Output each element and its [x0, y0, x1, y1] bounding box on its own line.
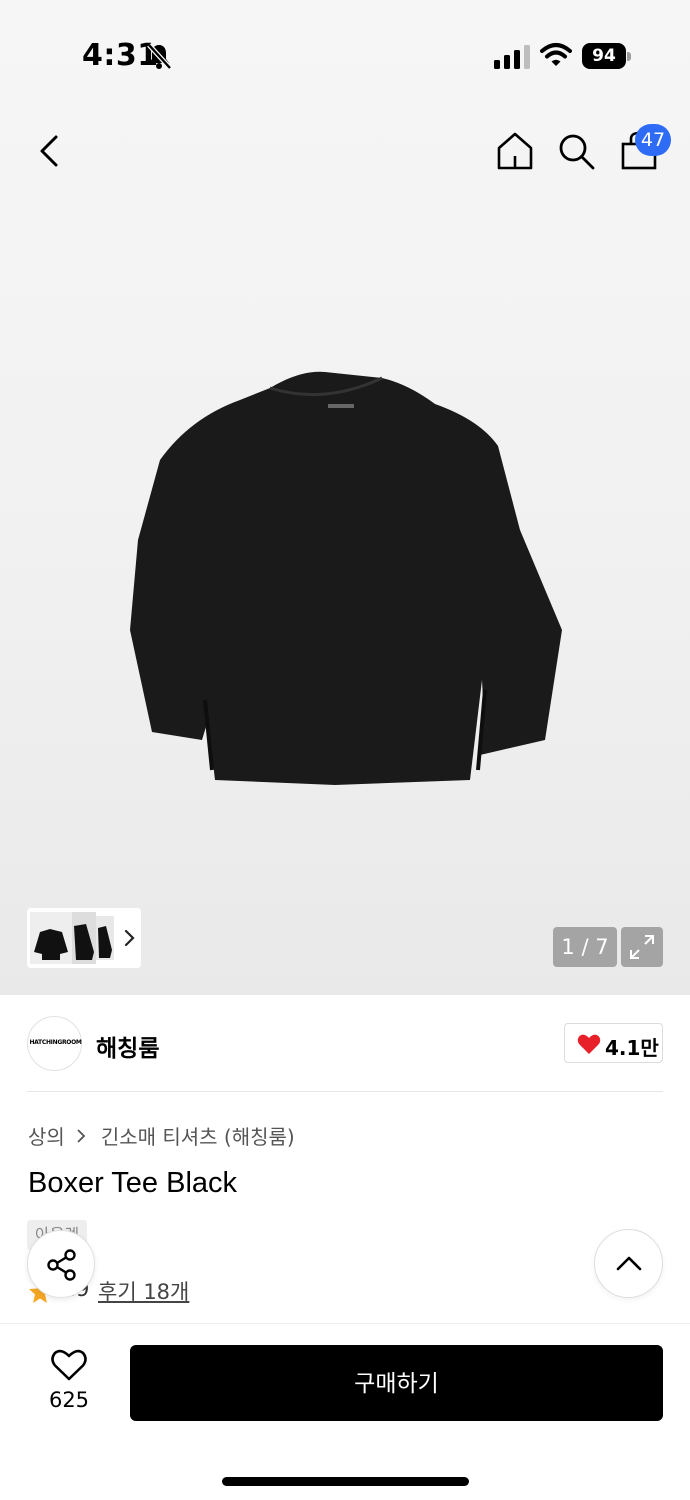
- heart-filled-icon: [577, 1034, 601, 1054]
- breadcrumb: 상의 긴소매 티셔츠 (해칭룸): [28, 1121, 295, 1150]
- search-icon[interactable]: [556, 131, 596, 171]
- product-image-black-longsleeve-tee[interactable]: [120, 360, 570, 810]
- bell-off-icon: [147, 43, 172, 70]
- image-counter: 1 / 7: [553, 927, 617, 967]
- thumbnail-2-image: [74, 924, 94, 960]
- signal-icon: [494, 45, 530, 69]
- thumbnail-3[interactable]: [96, 916, 114, 960]
- expand-icon: [630, 935, 654, 959]
- chevron-left-icon[interactable]: [30, 128, 70, 174]
- battery-level: 94: [582, 43, 626, 69]
- home-icon[interactable]: [494, 130, 536, 172]
- share-button[interactable]: [27, 1230, 95, 1298]
- breadcrumb-subcategory[interactable]: 긴소매 티셔츠 (해칭룸): [101, 1121, 295, 1150]
- brand-logo-text: HATCHINGROOM: [29, 1039, 82, 1046]
- chevron-right-icon: [77, 1128, 86, 1143]
- divider: [27, 1091, 663, 1092]
- chevron-up-icon: [616, 1256, 642, 1271]
- battery-tip: [627, 52, 631, 61]
- chevron-right-icon[interactable]: [123, 928, 137, 948]
- brand-name[interactable]: 해칭룸: [96, 1029, 159, 1063]
- heart-outline-icon[interactable]: [50, 1348, 88, 1382]
- brand-logo[interactable]: HATCHINGROOM: [27, 1016, 82, 1071]
- wifi-icon: [540, 43, 572, 66]
- thumbnail-1[interactable]: [30, 912, 72, 964]
- thumbnail-2[interactable]: [72, 912, 96, 964]
- battery-icon: 94: [582, 43, 632, 69]
- buy-button[interactable]: 구매하기: [130, 1345, 663, 1421]
- breadcrumb-category[interactable]: 상의: [28, 1121, 65, 1150]
- product-image-gallery[interactable]: 4:31 94 47 1 / 7: [0, 0, 690, 995]
- share-icon: [47, 1249, 76, 1281]
- scroll-to-top-button[interactable]: [594, 1229, 663, 1298]
- wish-count: 625: [48, 1388, 90, 1412]
- thumbnail-1-image: [34, 929, 68, 960]
- product-title: Boxer Tee Black: [28, 1167, 238, 1199]
- thumbnail-strip[interactable]: [27, 908, 141, 968]
- home-indicator[interactable]: [222, 1477, 469, 1486]
- brand-like-count: 4.1만: [605, 1036, 659, 1060]
- expand-button[interactable]: [621, 927, 663, 967]
- reviews-link[interactable]: 후기 18개: [98, 1276, 189, 1306]
- brand-like-button[interactable]: 4.1만: [564, 1023, 663, 1063]
- thumbnail-3-image: [98, 926, 112, 958]
- cart-count-badge: 47: [635, 124, 671, 156]
